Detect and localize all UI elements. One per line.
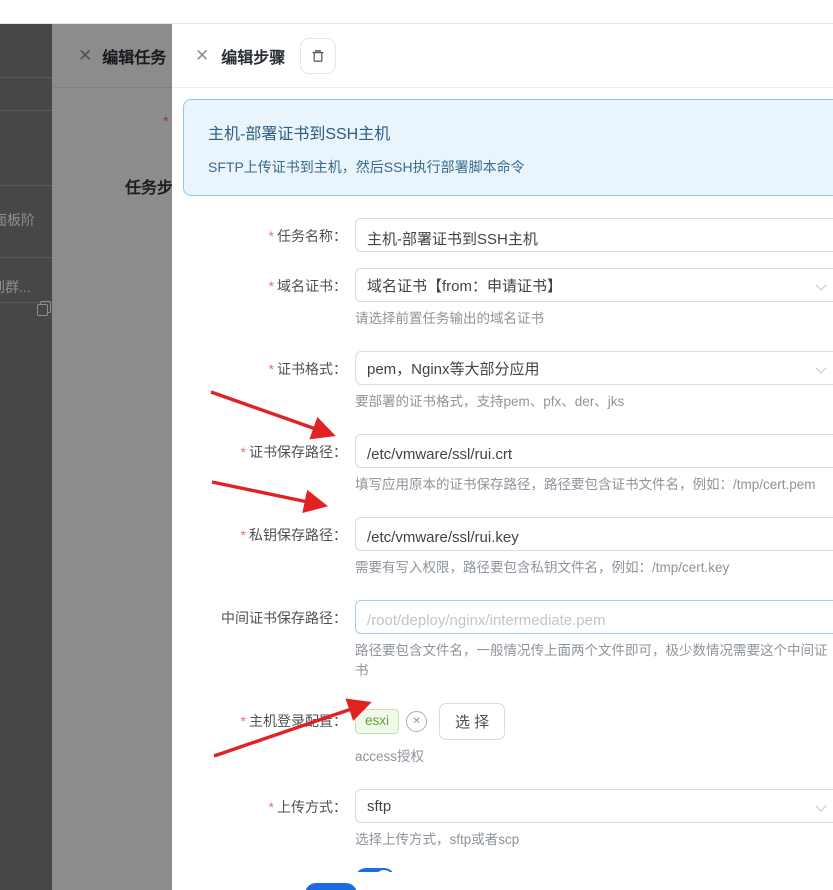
copy-icon bbox=[37, 301, 51, 316]
divider bbox=[0, 185, 52, 186]
select-value: 域名证书【from：申请证书】 bbox=[367, 277, 563, 295]
form-row-intermediate-cert-path: 中间证书保存路径： 路径要包含文件名，一般情况传上面两个文件即可，极少数情况需要… bbox=[172, 600, 833, 679]
field-help: access授权 bbox=[355, 749, 425, 764]
step-form: *任务名称： *域名证书： 域名证书【from：申请证书】 请选择前置任务输出的… bbox=[172, 218, 833, 872]
base-page-remnant: 面板阶 到群... bbox=[0, 24, 52, 890]
field-help: 选择上传方式，sftp或者scp bbox=[355, 832, 520, 847]
form-row-key-path: *私钥保存路径： 需要有写入权限，路径要包含私钥文件名，例如：/tmp/cert… bbox=[172, 517, 833, 576]
field-label: * 私钥保存路径： bbox=[240, 527, 347, 543]
field-help: 要部署的证书格式，支持pem、pfx、der、jks bbox=[355, 394, 625, 409]
modal-dim-overlay bbox=[52, 24, 172, 890]
edit-step-header: ✕ 编辑步骤 bbox=[172, 24, 833, 88]
chevron-down-icon bbox=[815, 800, 827, 812]
edit-step-drawer: ✕ 编辑步骤 主机-部署证书到SSH主机 SFTP上传证书到主机，然后SSH执行… bbox=[172, 24, 833, 890]
remove-access-icon[interactable]: ✕ bbox=[406, 711, 428, 732]
chevron-down-icon bbox=[815, 362, 827, 374]
field-label: * 上传方式： bbox=[268, 799, 347, 815]
plugin-description: SFTP上传证书到主机，然后SSH执行部署脚本命令 bbox=[208, 159, 525, 175]
field-help: 需要有写入权限，路径要包含私钥文件名，例如：/tmp/cert.key bbox=[355, 560, 730, 575]
background-text-fragment: 到群... bbox=[0, 279, 31, 295]
form-row-cert-path: *证书保存路径： 填写应用原本的证书保存路径，路径要包含证书文件名，例如：/tm… bbox=[172, 434, 833, 493]
plugin-title: 主机-部署证书到SSH主机 bbox=[208, 126, 391, 143]
screen: 面板阶 到群... ✕ 编辑任务 * 任务步骤： ✕ 编辑步骤 bbox=[0, 0, 833, 890]
field-label: * 证书保存路径： bbox=[240, 444, 347, 460]
background-text-fragment: 面板阶 bbox=[0, 212, 35, 228]
required-asterisk: * bbox=[240, 713, 246, 729]
drawer-footer bbox=[172, 872, 833, 890]
delete-step-button[interactable] bbox=[300, 37, 337, 74]
submit-button-partial[interactable] bbox=[305, 883, 357, 890]
cert-path-input[interactable] bbox=[355, 434, 833, 468]
divider bbox=[0, 257, 52, 258]
form-row-cert-format: * 证书格式： pem，Nginx等大部分应用 要部署的证书格式，支持pem、pf… bbox=[172, 351, 833, 410]
access-tag-esxi[interactable]: esxi bbox=[355, 709, 400, 734]
top-white-strip bbox=[0, 0, 833, 24]
edit-step-title: 编辑步骤 bbox=[221, 49, 286, 67]
required-asterisk: * bbox=[268, 278, 274, 294]
field-label: * 任务名称： bbox=[268, 228, 347, 244]
form-row-task-name: * 任务名称： bbox=[172, 218, 833, 252]
divider bbox=[0, 110, 52, 111]
domain-cert-select[interactable]: 域名证书【from：申请证书】 bbox=[355, 268, 833, 302]
task-name-input[interactable] bbox=[355, 218, 833, 252]
field-label: * 证书格式： bbox=[268, 361, 347, 377]
field-help: 请选择前置任务输出的域名证书 bbox=[355, 311, 544, 326]
required-asterisk: * bbox=[240, 444, 246, 460]
close-icon[interactable]: ✕ bbox=[195, 47, 209, 64]
required-asterisk: * bbox=[268, 228, 274, 244]
select-value: pem，Nginx等大部分应用 bbox=[367, 360, 540, 378]
field-help: 路径要包含文件名，一般情况传上面两个文件即可，极少数情况需要这个中间证书 bbox=[355, 643, 828, 678]
select-value: sftp bbox=[367, 797, 392, 815]
trash-icon bbox=[310, 48, 326, 64]
plugin-info-box: 主机-部署证书到SSH主机 SFTP上传证书到主机，然后SSH执行部署脚本命令 bbox=[183, 99, 833, 196]
field-label: * 主机登录配置： bbox=[240, 713, 347, 729]
key-path-input[interactable] bbox=[355, 517, 833, 551]
required-asterisk: * bbox=[268, 799, 274, 815]
required-asterisk: * bbox=[240, 527, 246, 543]
form-row-upload-method: * 上传方式： sftp 选择上传方式，sftp或者scp bbox=[172, 789, 833, 848]
required-asterisk: * bbox=[268, 361, 274, 377]
field-label: 中间证书保存路径： bbox=[221, 610, 347, 626]
form-row-domain-cert: * 域名证书： 域名证书【from：申请证书】 请选择前置任务输出的域名证书 bbox=[172, 268, 833, 327]
intermediate-cert-path-input[interactable] bbox=[355, 600, 833, 634]
choose-access-button[interactable]: 选 择 bbox=[439, 703, 506, 740]
chevron-down-icon bbox=[815, 279, 827, 291]
edit-task-drawer: ✕ 编辑任务 * 任务步骤： bbox=[52, 24, 172, 890]
divider bbox=[0, 77, 52, 78]
field-label: * 域名证书： bbox=[268, 278, 347, 294]
upload-method-select[interactable]: sftp bbox=[355, 789, 833, 823]
form-row-host-access: * 主机登录配置： esxi ✕ 选 择 access授权 bbox=[172, 703, 833, 765]
cert-format-select[interactable]: pem，Nginx等大部分应用 bbox=[355, 351, 833, 385]
drawer-body: 主机-部署证书到SSH主机 SFTP上传证书到主机，然后SSH执行部署脚本命令 … bbox=[172, 88, 833, 872]
field-help: 填写应用原本的证书保存路径，路径要包含证书文件名，例如：/tmp/cert.pe… bbox=[355, 477, 816, 492]
